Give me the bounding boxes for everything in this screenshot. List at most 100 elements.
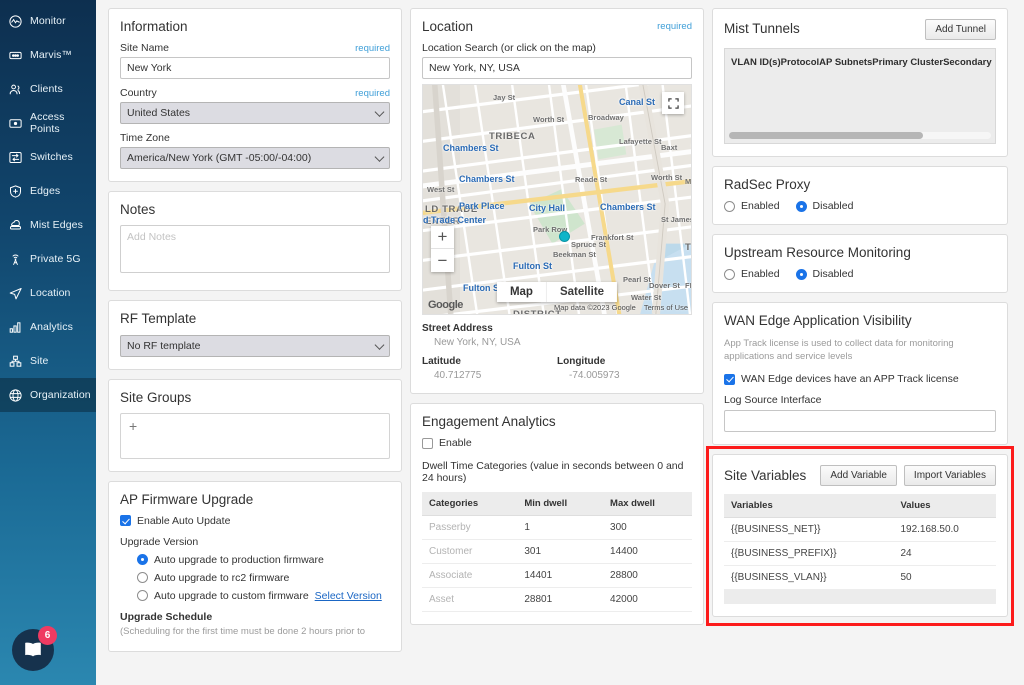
sidebar-item-label: Organization	[30, 389, 91, 401]
site-variables-title: Site Variables	[724, 468, 806, 484]
notes-textarea[interactable]	[120, 225, 390, 273]
dwell-time-note: Dwell Time Categories (value in seconds …	[422, 460, 692, 484]
sidebar-item-label: Site	[30, 355, 49, 367]
sidebar-item-label: Switches	[30, 151, 73, 163]
column-header: Categories	[422, 492, 517, 516]
radsec-disabled-option[interactable]: Disabled	[796, 200, 854, 212]
table-row[interactable]: Passerby1300	[422, 516, 692, 540]
engagement-enable-checkbox[interactable]	[422, 438, 433, 449]
firmware-option-radio[interactable]	[137, 554, 148, 565]
site-groups-add-area[interactable]: +	[120, 413, 390, 459]
enable-auto-update-checkbox[interactable]	[120, 515, 131, 526]
radsec-disabled-radio[interactable]	[796, 201, 807, 212]
firmware-option-radio[interactable]	[137, 572, 148, 583]
add-variable-button[interactable]: Add Variable	[820, 465, 897, 486]
table-cell: 24	[893, 542, 996, 566]
radsec-proxy-options: Enabled Disabled	[724, 200, 996, 212]
sidebar-item-analytics[interactable]: Analytics	[0, 310, 96, 344]
log-source-interface-input[interactable]	[724, 410, 996, 432]
fullscreen-icon[interactable]	[662, 92, 684, 114]
table-row[interactable]: Asset2880142000	[422, 588, 692, 612]
location-search-input[interactable]	[422, 57, 692, 79]
map-type-map[interactable]: Map	[497, 282, 546, 302]
country-select[interactable]: United States	[120, 102, 390, 124]
clients-icon	[8, 82, 23, 97]
upgrade-version-label: Upgrade Version	[120, 536, 390, 548]
column-header: Values	[893, 494, 996, 518]
scrollbar-thumb[interactable]	[729, 132, 923, 139]
map-type-satellite[interactable]: Satellite	[546, 282, 617, 302]
plus-icon[interactable]: +	[129, 418, 137, 434]
time-zone-value: America/New York (GMT -05:00/-04:00)	[127, 152, 311, 164]
upgrade-schedule-hint: (Scheduling for the first time must be d…	[120, 625, 390, 639]
horizontal-scrollbar[interactable]	[729, 132, 991, 139]
app-track-license-checkbox[interactable]	[724, 374, 735, 385]
table-cell: 28800	[603, 564, 692, 588]
street-address-label: Street Address	[422, 323, 692, 334]
table-row[interactable]: Associate1440128800	[422, 564, 692, 588]
radsec-enabled-option[interactable]: Enabled	[724, 200, 780, 212]
rf-template-title: RF Template	[120, 311, 390, 327]
table-row[interactable]: {{BUSINESS_PREFIX}}24	[724, 542, 996, 566]
upstream-disabled-option[interactable]: Disabled	[796, 268, 854, 280]
table-row[interactable]: Customer30114400	[422, 540, 692, 564]
table-row[interactable]: {{BUSINESS_VLAN}}50	[724, 566, 996, 590]
column-right: Mist Tunnels Add Tunnel VLAN ID(s)Protoc…	[712, 8, 1008, 685]
firmware-option-2[interactable]: Auto upgrade to custom firmwareSelect Ve…	[137, 590, 390, 602]
sidebar-item-site[interactable]: Site	[0, 344, 96, 378]
radsec-enabled-radio[interactable]	[724, 201, 735, 212]
notes-card: Notes	[108, 191, 402, 291]
table-row[interactable]: {{BUSINESS_NET}}192.168.50.0	[724, 518, 996, 542]
location-map[interactable]: TRIBECACHILD TRADEENTERTWCDISTRICTCanal …	[422, 84, 692, 315]
sidebar-item-label: Analytics	[30, 321, 73, 333]
firmware-option-radio[interactable]	[137, 590, 148, 601]
time-zone-select[interactable]: America/New York (GMT -05:00/-04:00)	[120, 147, 390, 169]
sidebar-item-monitor[interactable]: Monitor	[0, 4, 96, 38]
import-variables-button[interactable]: Import Variables	[904, 465, 996, 486]
upstream-disabled-radio[interactable]	[796, 269, 807, 280]
site-name-input[interactable]	[120, 57, 390, 79]
sidebar-item-edges[interactable]: Edges	[0, 174, 96, 208]
table-cell: 42000	[603, 588, 692, 612]
sidebar-item-marvis[interactable]: Marvis™	[0, 38, 96, 72]
rf-template-select[interactable]: No RF template	[120, 335, 390, 357]
upstream-enabled-option[interactable]: Enabled	[724, 268, 780, 280]
sidebar-item-private-5g[interactable]: Private 5G	[0, 242, 96, 276]
google-logo: Google	[428, 299, 463, 311]
sidebar-item-label: Clients	[30, 83, 63, 95]
upstream-monitoring-title: Upstream Resource Monitoring	[724, 245, 996, 261]
sidebar-item-organization[interactable]: Organization	[0, 378, 96, 412]
zoom-out-button[interactable]: −	[431, 249, 454, 272]
site-name-label: Site Name	[120, 42, 169, 54]
private-5g-icon	[8, 252, 23, 267]
enable-auto-update-row[interactable]: Enable Auto Update	[120, 515, 390, 527]
firmware-option-1[interactable]: Auto upgrade to rc2 firmware	[137, 572, 390, 584]
table-cell: 28801	[517, 588, 603, 612]
map-zoom-controls[interactable]: + −	[431, 226, 454, 272]
mist-tunnels-title: Mist Tunnels	[724, 21, 800, 37]
engagement-enable-row[interactable]: Enable	[422, 437, 692, 449]
sidebar-item-switches[interactable]: Switches	[0, 140, 96, 174]
sidebar-item-access-points[interactable]: Access Points	[0, 106, 96, 140]
documentation-badge-count: 6	[38, 626, 57, 645]
site-variables-wrapper: Site Variables Add Variable Import Varia…	[712, 454, 1008, 617]
sidebar-item-location[interactable]: Location	[0, 276, 96, 310]
column-header: Primary Cluster	[872, 57, 943, 68]
add-tunnel-button[interactable]: Add Tunnel	[925, 19, 996, 40]
sidebar-item-mist-edges[interactable]: Mist Edges	[0, 208, 96, 242]
map-type-toggle[interactable]: Map Satellite	[497, 282, 617, 302]
table-cell: 14401	[517, 564, 603, 588]
table-cell: 300	[603, 516, 692, 540]
sidebar-item-clients[interactable]: Clients	[0, 72, 96, 106]
documentation-button[interactable]: 6	[12, 629, 54, 671]
zoom-in-button[interactable]: +	[431, 226, 454, 249]
firmware-option-0[interactable]: Auto upgrade to production firmware	[137, 554, 390, 566]
app-track-license-row[interactable]: WAN Edge devices have an APP Track licen…	[724, 373, 996, 385]
engagement-title: Engagement Analytics	[422, 414, 692, 430]
select-version-link[interactable]: Select Version	[315, 590, 382, 602]
upstream-enabled-radio[interactable]	[724, 269, 735, 280]
main-content: Information Site Name required Country r…	[96, 0, 1024, 685]
terms-of-use-link[interactable]: Terms of Use	[644, 303, 688, 312]
lat-long-row: Latitude 40.712775 Longitude -74.005973	[422, 356, 692, 381]
time-zone-label: Time Zone	[120, 132, 390, 144]
